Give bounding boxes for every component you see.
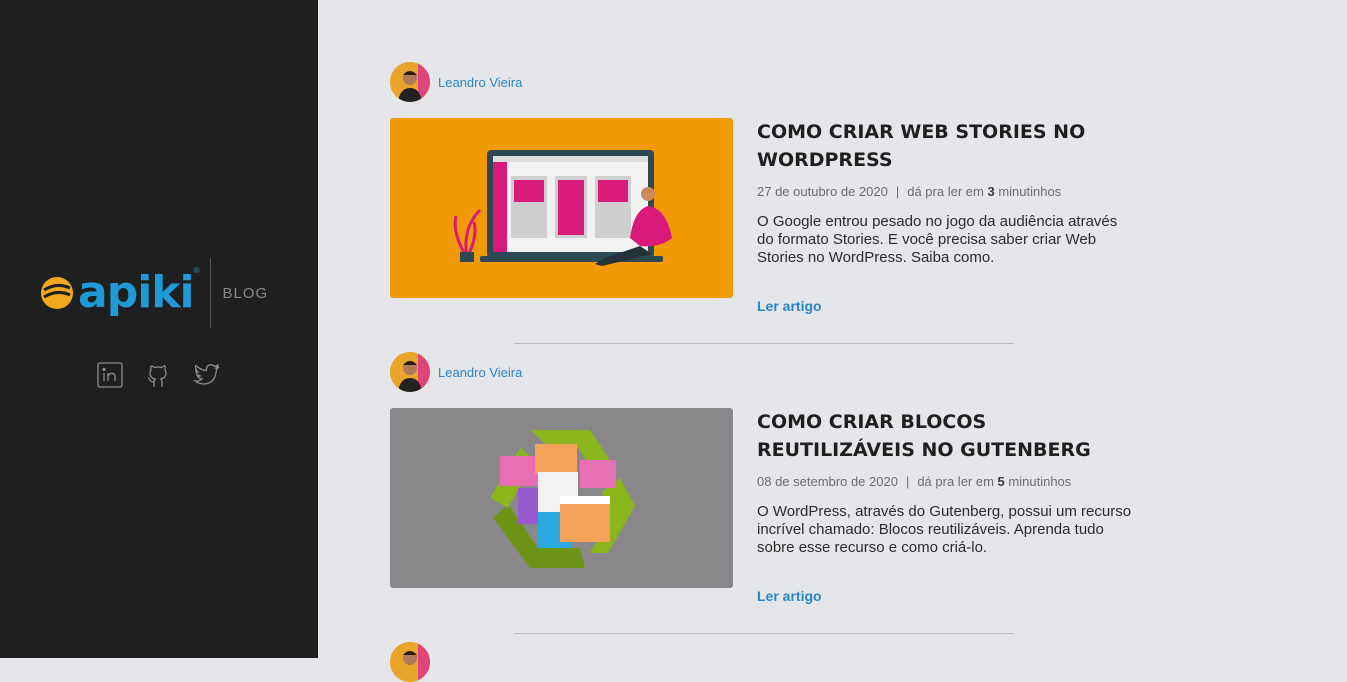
author-name: Leandro Vieira — [438, 74, 523, 90]
post-card: Leandro Vieira COMO CRIAR WEB STORIES NO… — [390, 62, 1150, 314]
post-meta: 08 de setembro de 2020 | dá pra ler em 5 m… — [757, 474, 1137, 489]
post-thumbnail[interactable] — [390, 408, 733, 588]
read-time-minutes: 3 — [987, 184, 995, 199]
post-list: Leandro Vieira COMO CRIAR WEB STORIES NO… — [318, 0, 1347, 682]
post-author[interactable] — [390, 642, 1150, 682]
author-name: Leandro Vieira — [438, 364, 523, 380]
post-meta: 27 de outubro de 2020 | dá pra ler em 3 mi… — [757, 184, 1137, 199]
logo-registered: ® — [193, 266, 200, 275]
brand-separator — [209, 258, 211, 328]
post-excerpt: O Google entrou pesado no jogo da audiên… — [757, 213, 1118, 266]
post-author[interactable]: Leandro Vieira — [390, 62, 1150, 102]
meta-separator: | — [905, 474, 910, 489]
post-title[interactable]: COMO CRIAR BLOCOS REUTILIZÁVEIS NO GUTEN… — [757, 408, 1137, 464]
github-icon[interactable] — [145, 362, 171, 388]
post-content: COMO CRIAR WEB STORIES NO WORDPRESS 27 d… — [757, 118, 1137, 316]
post-card — [390, 642, 1150, 682]
social-links — [97, 362, 220, 388]
post-divider — [514, 343, 1014, 344]
post-date: 27 de outubro de 2020 — [757, 184, 888, 199]
read-time-prefix: dá pra ler em — [907, 184, 984, 199]
linkedin-icon[interactable] — [97, 362, 123, 388]
post-card: Leandro Vieira COMO CRIAR BLOCOS REUTILI… — [390, 352, 1150, 604]
blog-label: BLOG — [222, 284, 269, 302]
read-time-prefix: dá pra ler em — [917, 474, 994, 489]
author-avatar — [390, 352, 430, 392]
post-divider — [514, 633, 1014, 634]
twitter-icon[interactable] — [192, 362, 220, 388]
author-avatar — [390, 642, 430, 682]
meta-separator: | — [895, 184, 900, 199]
read-time-suffix: minutinhos — [998, 184, 1062, 199]
post-author[interactable]: Leandro Vieira — [390, 352, 1150, 392]
post-thumbnail[interactable] — [390, 118, 733, 298]
read-more-link[interactable]: Ler artigo — [757, 298, 822, 314]
post-excerpt: O WordPress, através do Gutenberg, possu… — [757, 503, 1132, 556]
post-date: 08 de setembro de 2020 — [757, 474, 898, 489]
post-content: COMO CRIAR BLOCOS REUTILIZÁVEIS NO GUTEN… — [757, 408, 1137, 606]
author-avatar — [390, 62, 430, 102]
read-more-link[interactable]: Ler artigo — [757, 588, 822, 604]
sidebar: apiki ® BLOG — [0, 0, 318, 658]
post-title[interactable]: COMO CRIAR WEB STORIES NO WORDPRESS — [757, 118, 1137, 174]
logo-text: apiki — [78, 267, 195, 318]
read-time-suffix: minutinhos — [1008, 474, 1072, 489]
brand-logo[interactable]: apiki ® BLOG — [40, 258, 268, 328]
apiki-logo-icon — [40, 276, 74, 310]
read-time-minutes: 5 — [997, 474, 1005, 489]
